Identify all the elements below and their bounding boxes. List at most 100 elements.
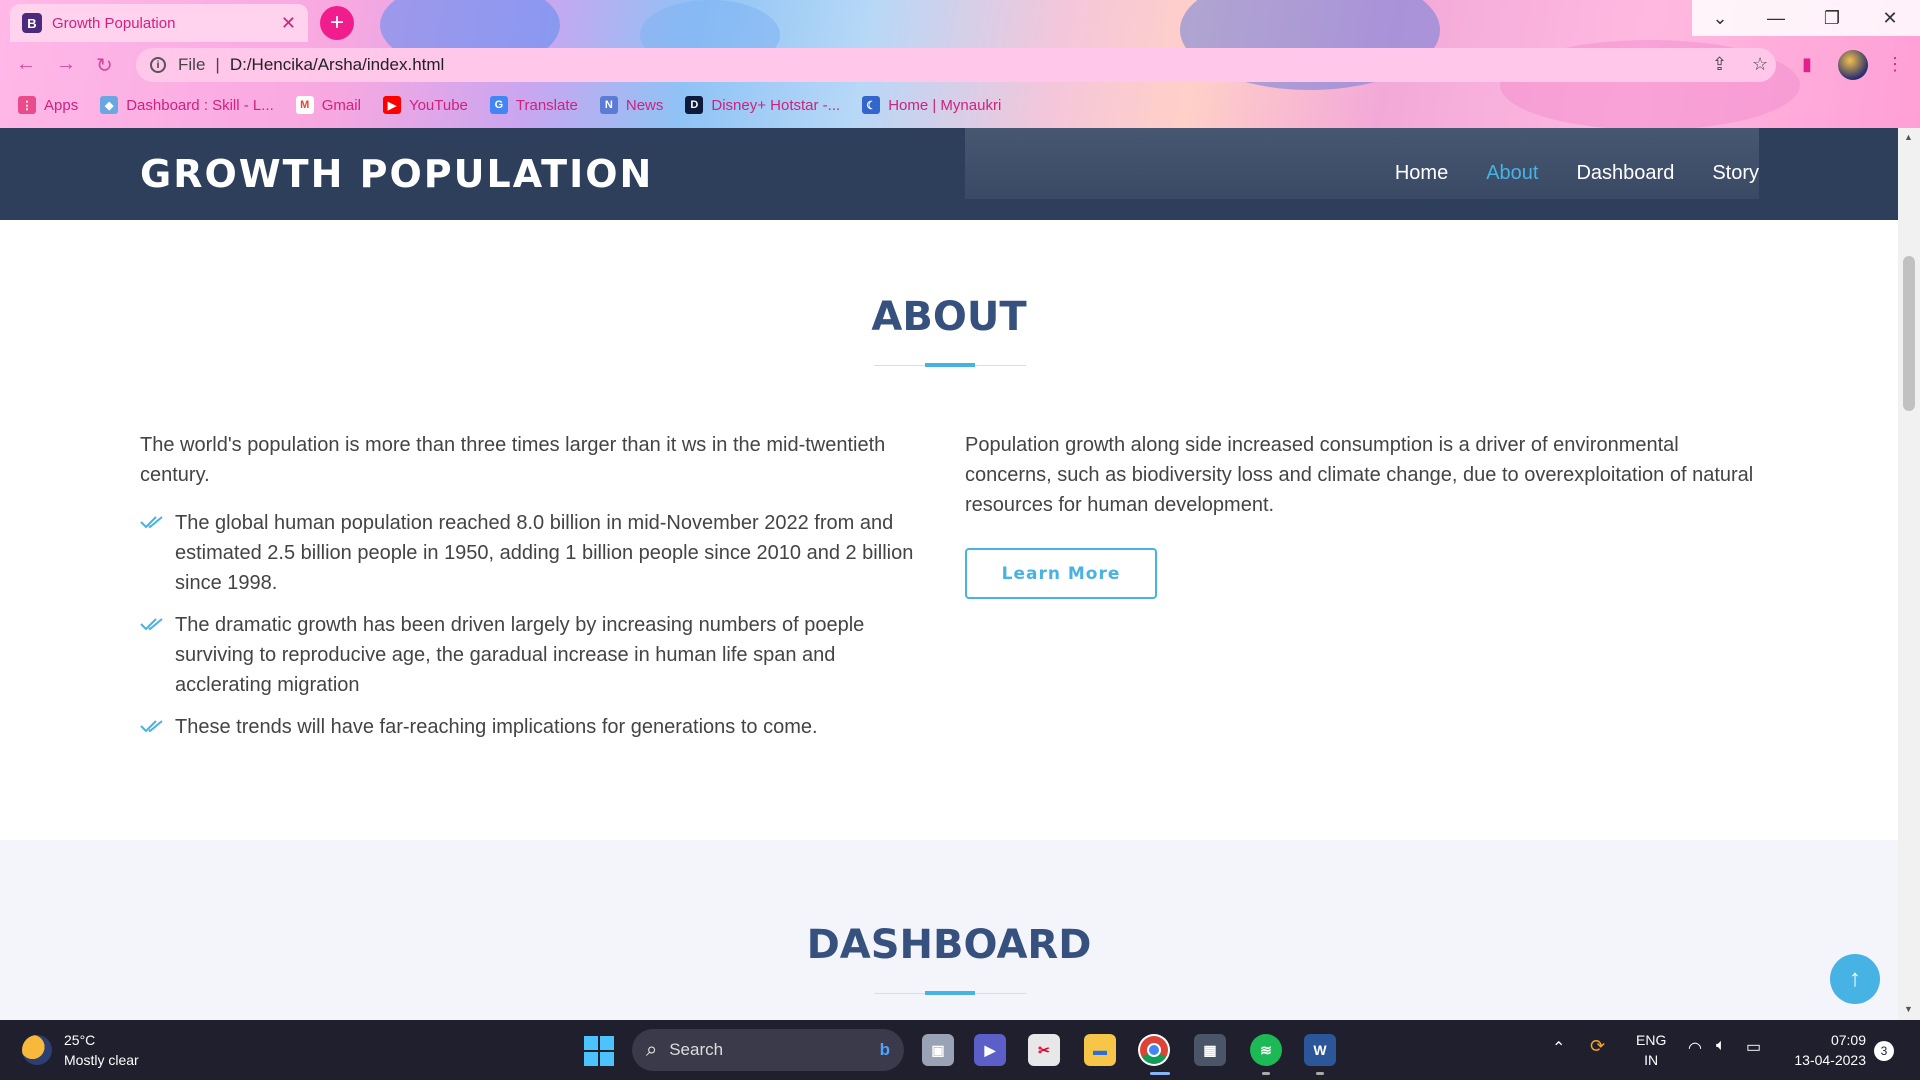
- title-accent-bar: [925, 363, 975, 367]
- bootstrap-favicon-icon: B: [22, 13, 42, 33]
- bookmark-youtube[interactable]: ▶ YouTube: [382, 96, 468, 114]
- apps-grid-icon: ⋮: [18, 96, 36, 114]
- bookmark-mynaukri[interactable]: ☾ Home | Mynaukri: [862, 96, 1001, 114]
- windows-taskbar: 25°C Mostly clear ⌕ Search b ▣ ▶ ✂ ▬ ▦ ≋…: [0, 1020, 1920, 1080]
- weather-widget[interactable]: 25°C Mostly clear: [22, 1030, 139, 1070]
- tab-strip: B Growth Population ✕ + ⌄ — ❐ ✕: [0, 0, 1920, 42]
- tab-title: Growth Population: [52, 14, 176, 32]
- scroll-down-icon[interactable]: ▼: [1904, 1004, 1913, 1014]
- scrollbar-thumb[interactable]: [1903, 256, 1915, 411]
- scroll-up-icon[interactable]: ▲: [1904, 132, 1913, 142]
- teams-chat-icon[interactable]: ▶: [974, 1034, 1006, 1066]
- news-icon: N: [599, 96, 618, 114]
- share-icon[interactable]: ⇪: [1712, 54, 1727, 75]
- sync-icon[interactable]: ⟳: [1590, 1036, 1605, 1057]
- about-title: ABOUT: [871, 294, 1027, 340]
- gmail-icon: M: [295, 96, 314, 114]
- calculator-icon[interactable]: ▦: [1194, 1034, 1226, 1066]
- browser-tab[interactable]: B Growth Population ✕: [10, 4, 308, 42]
- weather-condition: Mostly clear: [64, 1052, 139, 1068]
- bullet-text: The dramatic growth has been driven larg…: [175, 614, 865, 696]
- bookmark-label: Disney+ Hotstar -...: [711, 96, 841, 114]
- nav-story[interactable]: Story: [1712, 162, 1759, 185]
- spotify-icon[interactable]: ≋: [1250, 1034, 1282, 1066]
- bookmark-star-icon[interactable]: ☆: [1752, 54, 1768, 75]
- bookmark-label: Dashboard : Skill - L...: [126, 96, 274, 114]
- chrome-icon[interactable]: [1138, 1034, 1170, 1066]
- nav-home[interactable]: Home: [1395, 162, 1448, 185]
- skill-icon: ◆: [100, 96, 119, 114]
- about-bullet-list: The global human population reached 8.0 …: [140, 508, 930, 742]
- reload-icon[interactable]: ↻: [96, 53, 113, 78]
- title-accent-bar: [925, 991, 975, 995]
- side-panel-icon[interactable]: ▮: [1802, 54, 1812, 75]
- arrow-up-icon: ↑: [1849, 965, 1861, 992]
- bookmark-gmail[interactable]: M Gmail: [295, 96, 361, 114]
- bookmark-news[interactable]: N News: [599, 96, 664, 114]
- nav-dashboard[interactable]: Dashboard: [1576, 162, 1674, 185]
- hotstar-icon: D: [685, 96, 704, 114]
- bookmark-label: News: [625, 96, 664, 114]
- back-to-top-button[interactable]: ↑: [1830, 954, 1880, 1004]
- restore-button[interactable]: ❐: [1804, 0, 1860, 36]
- bookmark-label: Gmail: [321, 96, 361, 114]
- bookmark-dashboard-skill[interactable]: ◆ Dashboard : Skill - L...: [100, 96, 274, 114]
- notification-badge[interactable]: 3: [1874, 1041, 1894, 1061]
- page-viewport: GROWTH POPULATION Home About Dashboard S…: [0, 128, 1898, 1020]
- about-intro: The world's population is more than thre…: [140, 434, 886, 486]
- start-button[interactable]: [584, 1036, 614, 1066]
- nav-about[interactable]: About: [1486, 162, 1538, 185]
- task-view-icon[interactable]: ▣: [922, 1034, 954, 1066]
- wifi-icon[interactable]: ◠: [1688, 1038, 1702, 1058]
- new-tab-button[interactable]: +: [320, 6, 354, 40]
- browser-chrome: B Growth Population ✕ + ⌄ — ❐ ✕ ← → ↻ i …: [0, 0, 1920, 128]
- browser-toolbar: ← → ↻ i File | D:/Hencika/Arsha/index.ht…: [0, 44, 1920, 86]
- bookmark-apps[interactable]: ⋮ Apps: [18, 96, 78, 114]
- word-icon[interactable]: W: [1304, 1034, 1336, 1066]
- menu-kebab-icon[interactable]: ⋮: [1886, 54, 1904, 75]
- back-arrow-icon[interactable]: ←: [16, 53, 36, 76]
- clock[interactable]: 07:09 13-04-2023: [1774, 1030, 1866, 1070]
- bookmark-hotstar[interactable]: D Disney+ Hotstar -...: [685, 96, 840, 114]
- main-nav: Home About Dashboard Story: [1395, 162, 1759, 185]
- double-check-icon: [140, 618, 163, 631]
- tab-search-button[interactable]: ⌄: [1692, 0, 1748, 36]
- bookmark-translate[interactable]: G Translate: [489, 96, 578, 114]
- bookmark-label: Home | Mynaukri: [888, 96, 1002, 114]
- language-code: ENG: [1636, 1032, 1667, 1048]
- snipping-tool-icon[interactable]: ✂: [1028, 1034, 1060, 1066]
- volume-icon[interactable]: 🔈︎: [1716, 1037, 1726, 1055]
- page-scrollbar[interactable]: ▲ ▼: [1898, 128, 1920, 1020]
- translate-icon: G: [489, 96, 508, 114]
- learn-more-button[interactable]: Learn More: [965, 548, 1157, 599]
- close-window-button[interactable]: ✕: [1860, 0, 1920, 36]
- moon-weather-icon: [22, 1035, 52, 1065]
- search-label: Search: [669, 1040, 724, 1059]
- windows-logo-icon: [584, 1036, 598, 1050]
- region-code: IN: [1644, 1052, 1659, 1068]
- dashboard-title: DASHBOARD: [806, 922, 1092, 968]
- address-bar[interactable]: i File | D:/Hencika/Arsha/index.html: [136, 48, 1776, 82]
- profile-avatar[interactable]: [1838, 50, 1868, 80]
- close-tab-icon[interactable]: ✕: [281, 13, 296, 34]
- search-icon: ⌕: [646, 1038, 658, 1061]
- file-explorer-icon[interactable]: ▬: [1084, 1034, 1116, 1066]
- bing-icon[interactable]: b: [880, 1040, 890, 1060]
- site-logo[interactable]: GROWTH POPULATION: [140, 152, 653, 196]
- youtube-icon: ▶: [382, 96, 401, 114]
- language-indicator[interactable]: ENG IN: [1636, 1030, 1666, 1070]
- dashboard-section: DASHBOARD: [0, 840, 1898, 1020]
- address-separator: |: [215, 55, 220, 74]
- minimize-button[interactable]: —: [1748, 0, 1804, 36]
- double-check-icon: [140, 720, 163, 733]
- address-url[interactable]: D:/Hencika/Arsha/index.html: [230, 55, 444, 75]
- list-item: These trends will have far-reaching impl…: [140, 712, 930, 742]
- active-app-indicator: [1150, 1072, 1170, 1075]
- battery-icon[interactable]: ▭: [1746, 1037, 1761, 1057]
- date: 13-04-2023: [1794, 1052, 1866, 1068]
- chevron-up-icon[interactable]: ⌃: [1552, 1038, 1565, 1058]
- info-icon[interactable]: i: [150, 57, 166, 73]
- forward-arrow-icon[interactable]: →: [56, 53, 76, 76]
- temperature: 25°C: [64, 1032, 96, 1048]
- taskbar-search[interactable]: ⌕ Search b: [632, 1029, 904, 1071]
